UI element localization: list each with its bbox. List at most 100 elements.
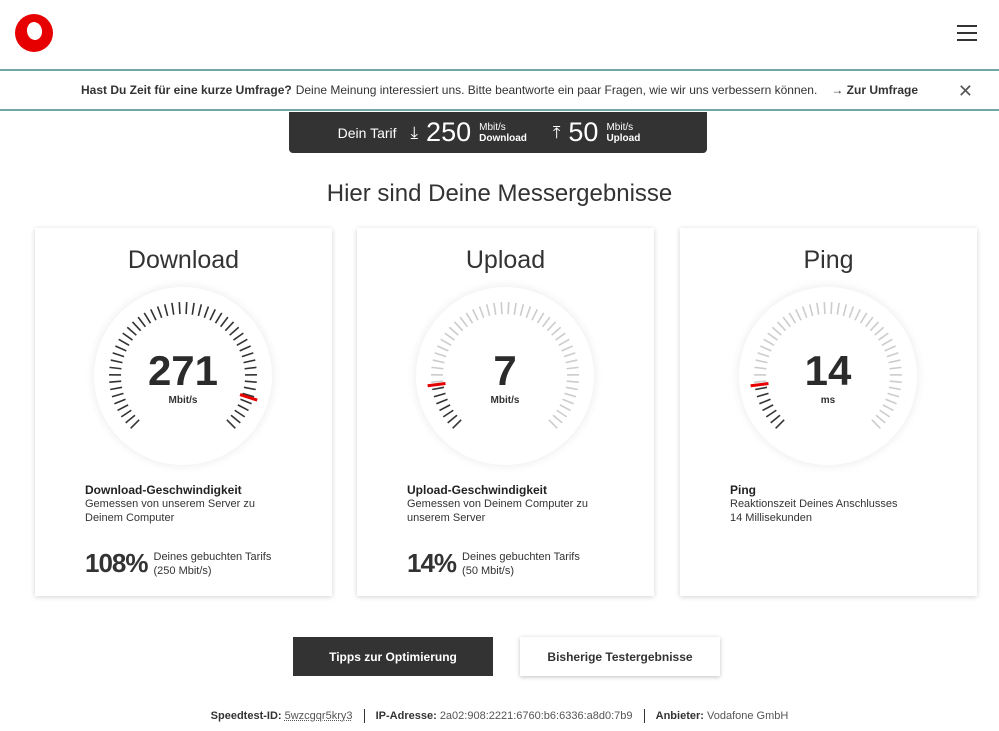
gauge-tick <box>442 409 454 418</box>
ping-gauge: 14 ms <box>739 287 917 465</box>
survey-link[interactable]: → Zur Umfrage <box>831 83 918 97</box>
tariff-download-value: 250 <box>426 117 472 147</box>
gauge-tick <box>531 309 538 321</box>
gauge-tick <box>830 302 833 315</box>
percent-sub: (250 Mbit/s) <box>153 565 212 577</box>
percent-value: 108% <box>85 548 148 578</box>
desc-text: Gemessen von unserem Server zu Deinem Co… <box>85 498 255 524</box>
ip-label: IP-Adresse: <box>375 709 437 722</box>
gauge-tick <box>191 302 195 315</box>
gauge-tick <box>122 332 133 341</box>
ip-value: 2a02:908:2221:6760:b6:6336:a8d0:7b9 <box>439 709 633 722</box>
gauge-unit: Mbit/s <box>490 395 520 406</box>
gauge-tick <box>448 326 459 336</box>
gauge-tick <box>459 316 469 328</box>
gauge-tick <box>555 332 566 341</box>
provider-label: Anbieter: <box>655 709 704 722</box>
percent-sub: (50 Mbit/s) <box>462 565 515 577</box>
tariff-download-label: Download <box>479 132 527 144</box>
gauge-tick <box>453 321 464 332</box>
desc-text: Reaktionszeit Deines Anschlusses 14 Mill… <box>730 498 898 524</box>
close-icon[interactable]: ✕ <box>958 81 973 102</box>
gauge-tick <box>440 338 452 346</box>
gauge-tick <box>552 414 563 424</box>
gauge-value: 14 <box>804 347 852 394</box>
gauge-tick <box>513 302 517 315</box>
gauge-tick <box>219 316 229 328</box>
gauge-tick <box>130 419 140 429</box>
gauge-tick <box>875 414 886 424</box>
gauge-tick <box>864 316 874 328</box>
survey-question: Hast Du Zeit für eine kurze Umfrage? <box>80 83 292 97</box>
page-title: Hier sind Deine Messergebnisse <box>326 180 673 207</box>
card-title: Upload <box>465 246 546 274</box>
gauge-tick <box>801 306 808 319</box>
desc-title: Ping <box>730 483 756 497</box>
gauge-tick <box>551 326 562 336</box>
gauge-tick <box>788 312 797 324</box>
tariff-label: Dein Tarif <box>337 124 397 141</box>
gauge-tick <box>556 409 568 418</box>
gauge-tick <box>197 304 203 317</box>
header <box>0 0 999 71</box>
ping-card: Ping 14 ms Ping Reaktionszeit Deines Ansc… <box>680 228 977 596</box>
gauge-tick <box>763 338 775 346</box>
gauge-tick <box>525 306 532 319</box>
tariff-upload-unit: Mbit/s <box>606 121 634 133</box>
gauge-tick <box>548 419 558 429</box>
gauge-tick <box>878 332 889 341</box>
desc-title: Download-Geschwindigkeit <box>85 483 242 497</box>
desc-text: Gemessen von Deinem Computer zu unserem … <box>407 498 588 524</box>
download-gauge: 271 Mbit/s <box>94 287 272 465</box>
gauge-tick <box>808 304 814 317</box>
gauge-tick <box>881 338 893 346</box>
gauge-tick <box>163 304 169 317</box>
speedtest-id-link[interactable]: 5wzcgqr5kry3 <box>285 710 353 722</box>
tariff-bar: Dein Tarif ⤓ 250 Mbit/s Download ⤒ 50 Mbi… <box>289 112 707 153</box>
gauge-tick <box>854 309 861 321</box>
gauge-tick <box>209 309 216 321</box>
gauge-tick <box>485 304 491 317</box>
gauge-tick <box>156 306 163 319</box>
percent-text: Deines gebuchten Tarifs <box>462 551 580 563</box>
provider-value: Vodafone GmbH <box>706 709 789 722</box>
download-card: Download 271 Mbit/s Download-Geschwindig… <box>35 228 332 596</box>
gauge-tick <box>771 326 782 336</box>
gauge-tick <box>836 302 840 315</box>
survey-banner: Hast Du Zeit für eine kurze Umfrage? Dei… <box>0 71 999 111</box>
gauge-tick <box>233 332 244 341</box>
hamburger-menu-icon[interactable] <box>957 25 977 41</box>
vodafone-logo[interactable] <box>15 14 53 52</box>
gauge-tick <box>519 304 525 317</box>
gauge-tick <box>472 309 479 321</box>
desc-title: Upload-Geschwindigkeit <box>407 483 548 497</box>
gauge-tick <box>444 332 455 341</box>
gauge-tick <box>541 316 551 328</box>
gauge-tick <box>131 321 142 332</box>
gauge-tick <box>874 326 885 336</box>
gauge-tick <box>816 302 820 315</box>
gauge-tick <box>871 419 881 429</box>
upload-icon: ⤒ <box>552 122 561 142</box>
gauge-tick <box>536 312 545 324</box>
tariff-upload-label: Upload <box>606 132 641 144</box>
gauge-tick <box>869 321 880 332</box>
optimization-tips-button[interactable]: Tipps zur Optimierung <box>293 637 493 676</box>
gauge-tick <box>823 302 826 315</box>
gauge-unit: ms <box>820 395 836 406</box>
gauge-value: 271 <box>147 347 219 394</box>
gauge-tick <box>558 338 570 346</box>
gauge-tick <box>842 304 848 317</box>
gauge-tick <box>775 419 785 429</box>
percent-value: 14% <box>407 548 457 578</box>
gauge-tick <box>447 414 458 424</box>
gauge-tick <box>493 302 497 315</box>
gauge-tick <box>765 409 777 418</box>
previous-results-button[interactable]: Bisherige Testergebnisse <box>520 637 720 676</box>
card-title: Ping <box>803 246 854 274</box>
gauge-tick <box>546 321 557 332</box>
gauge-tick <box>879 409 891 418</box>
gauge-unit: Mbit/s <box>168 395 198 406</box>
gauge-tick <box>782 316 792 328</box>
percent-text: Deines gebuchten Tarifs <box>153 551 272 563</box>
